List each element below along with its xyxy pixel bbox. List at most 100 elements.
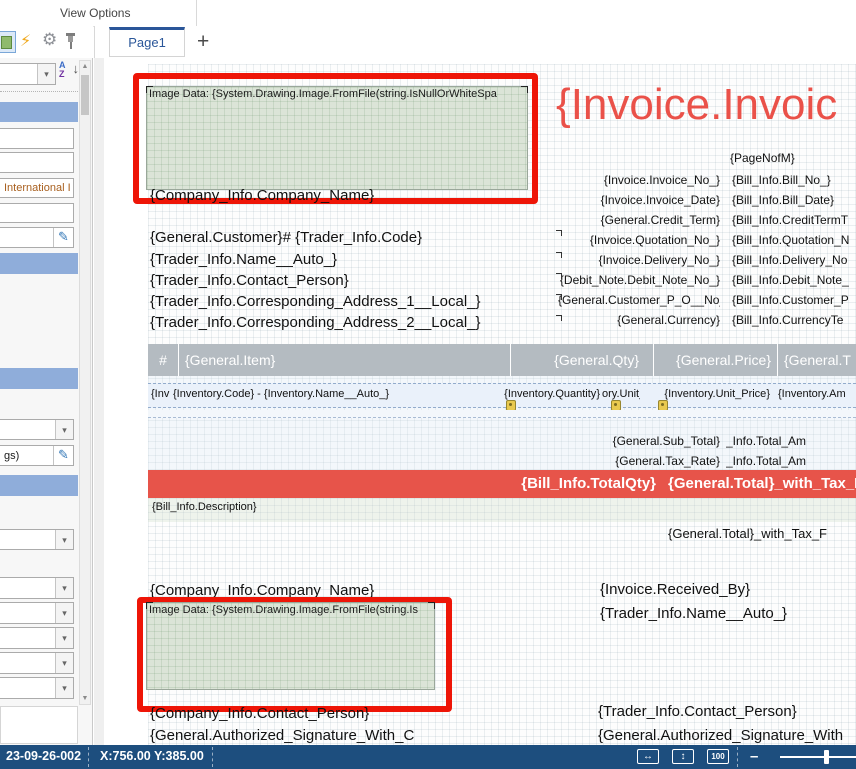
- subtotal-label[interactable]: {General.Sub_Total}: [558, 434, 720, 449]
- field-label[interactable]: {Bill_Info.CurrencyTe: [732, 313, 856, 329]
- company-name-text[interactable]: {Company_Info.Company_Name}: [150, 187, 530, 204]
- field-label[interactable]: {Bill_Info.CreditTermT: [732, 213, 856, 229]
- detail-unit[interactable]: ory.Unit_: [602, 388, 640, 404]
- field-label[interactable]: {General.Customer_P_O__No_}: [558, 293, 720, 309]
- customer-line[interactable]: {Trader_Info.Name__Auto_}: [150, 251, 562, 270]
- tax-value[interactable]: _Info.Total_Am: [726, 454, 856, 469]
- page-n-of-m-text[interactable]: {PageNofM}: [730, 151, 820, 165]
- property-dropdown[interactable]: ▾: [0, 602, 74, 624]
- received-by-text[interactable]: {Invoice.Received_By}: [600, 581, 850, 598]
- tab-page1[interactable]: Page1: [109, 27, 185, 57]
- detail-amount[interactable]: {Inventory.Am: [778, 388, 856, 404]
- total-qty-text[interactable]: {Bill_Info.TotalQty}: [448, 475, 656, 492]
- property-dropdown[interactable]: ▾: [0, 577, 74, 599]
- customer-line[interactable]: {Trader_Info.Corresponding_Address_2__Lo…: [150, 314, 562, 333]
- field-label[interactable]: {Bill_Info.Customer_P: [732, 293, 856, 309]
- zoom-slider[interactable]: [780, 756, 856, 758]
- design-canvas[interactable]: {Invoice.Invoic {PageNofM} {Invoice.Invo…: [94, 58, 856, 745]
- property-input[interactable]: [0, 152, 74, 173]
- trader-name-text[interactable]: {Trader_Info.Name__Auto_}: [600, 605, 850, 622]
- zoom-100-icon[interactable]: 100: [707, 749, 729, 764]
- field-label[interactable]: {Invoice.Quotation_No_}: [558, 233, 720, 249]
- field-label[interactable]: {Invoice.Invoice_Date}: [558, 193, 720, 209]
- subtotal-value[interactable]: _Info.Total_Am: [726, 434, 856, 449]
- zoom-out-icon[interactable]: –: [750, 748, 758, 765]
- property-combobox[interactable]: ▾: [0, 63, 56, 85]
- property-dropdown[interactable]: ▾: [0, 652, 74, 674]
- property-input-gs[interactable]: gs) ✎: [0, 445, 74, 466]
- field-label[interactable]: {Invoice.Delivery_No_}: [558, 253, 720, 269]
- pencil-icon[interactable]: ✎: [53, 228, 73, 247]
- detail-num[interactable]: {Inv: [151, 388, 170, 404]
- chevron-down-icon[interactable]: ▾: [55, 578, 73, 598]
- section-header-band[interactable]: [0, 102, 78, 122]
- chevron-down-icon[interactable]: ▾: [55, 628, 73, 648]
- customer-line[interactable]: {General.Customer}# {Trader_Info.Code}: [150, 229, 562, 248]
- property-input[interactable]: [0, 203, 74, 223]
- pin-icon[interactable]: [65, 32, 77, 50]
- properties-tool-button[interactable]: [0, 31, 16, 53]
- detail-item[interactable]: {Inventory.Code} - {Inventory.Name__Auto…: [173, 388, 473, 404]
- zoom-slider-thumb[interactable]: [824, 750, 829, 764]
- field-label[interactable]: {Bill_Info.Quotation_N: [732, 233, 856, 249]
- gear-icon[interactable]: ⚙: [42, 30, 57, 50]
- pencil-icon[interactable]: ✎: [53, 446, 73, 465]
- scroll-up-icon[interactable]: ▲: [80, 63, 90, 70]
- bill-description-text[interactable]: {Bill_Info.Description}: [152, 501, 452, 513]
- fit-width-icon[interactable]: ↔: [637, 749, 659, 764]
- chevron-down-icon[interactable]: ▾: [55, 420, 73, 439]
- property-dropdown[interactable]: ▾: [0, 627, 74, 649]
- total-with-tax-text[interactable]: {General.Total}_with_Tax_F: [668, 475, 856, 492]
- scrollbar-thumb[interactable]: [81, 75, 89, 115]
- chevron-down-icon[interactable]: ▾: [55, 603, 73, 623]
- trader-contact-text[interactable]: {Trader_Info.Contact_Person}: [598, 703, 856, 720]
- field-label[interactable]: {Bill_Info.Delivery_No: [732, 253, 856, 269]
- authorized-signature-right-text[interactable]: {General.Authorized_Signature_With: [598, 727, 856, 744]
- header-cell-item[interactable]: {General.Item}: [178, 344, 510, 376]
- signature-image-placeholder[interactable]: Image Data: {System.Drawing.Image.FromFi…: [146, 602, 435, 690]
- lightning-icon[interactable]: ⚡: [20, 31, 31, 51]
- header-cell-num[interactable]: #: [148, 344, 178, 376]
- customer-line[interactable]: {Trader_Info.Corresponding_Address_1__Lo…: [150, 293, 562, 312]
- sidebar-scrollbar[interactable]: ▲ ▼: [79, 60, 91, 705]
- customer-line[interactable]: {Trader_Info.Contact_Person}: [150, 272, 562, 291]
- table-detail-row[interactable]: {Inv {Inventory.Code} - {Inventory.Name_…: [148, 383, 856, 408]
- chevron-down-icon[interactable]: ▾: [55, 653, 73, 673]
- tax-rate-label[interactable]: {General.Tax_Rate}: [558, 454, 720, 469]
- header-cell-qty[interactable]: {General.Qty}: [510, 344, 653, 376]
- scroll-down-icon[interactable]: ▼: [80, 695, 90, 702]
- section-header-band[interactable]: [0, 368, 78, 389]
- chevron-down-icon[interactable]: ▾: [55, 530, 73, 549]
- property-input[interactable]: [0, 128, 74, 149]
- field-label[interactable]: {Debit_Note.Debit_Note_No_}: [558, 273, 720, 289]
- sort-az-icon[interactable]: A Z ↓: [59, 61, 79, 85]
- header-cell-price[interactable]: {General.Price}: [653, 344, 777, 376]
- view-options-menu[interactable]: View Options: [60, 6, 130, 20]
- authorized-signature-left-text[interactable]: {General.Authorized_Signature_With_C: [150, 727, 540, 744]
- panel-footer-box: [0, 706, 78, 744]
- company-contact-text[interactable]: {Company_Info.Contact_Person}: [150, 705, 450, 722]
- section-header-band[interactable]: [0, 475, 78, 496]
- chevron-down-icon[interactable]: ▾: [55, 678, 73, 698]
- property-input-international[interactable]: International I: [0, 178, 74, 198]
- property-dropdown[interactable]: ▾: [0, 419, 74, 440]
- field-label[interactable]: {Bill_Info.Debit_Note_: [732, 273, 856, 289]
- field-label[interactable]: {Bill_Info.Bill_No_}: [732, 173, 856, 189]
- fit-height-icon[interactable]: ↕: [672, 749, 694, 764]
- invoice-title-text[interactable]: {Invoice.Invoic: [556, 80, 856, 130]
- table-header-band[interactable]: # {General.Item} {General.Qty} {General.…: [148, 344, 856, 376]
- field-label[interactable]: {Bill_Info.Bill_Date}: [732, 193, 856, 209]
- chevron-down-icon[interactable]: ▾: [37, 64, 55, 84]
- total-with-tax-text-2[interactable]: {General.Total}_with_Tax_F: [668, 526, 856, 541]
- property-input-with-editor[interactable]: ✎: [0, 227, 74, 248]
- company-logo-image-placeholder[interactable]: Image Data: {System.Drawing.Image.FromFi…: [146, 86, 528, 190]
- total-band[interactable]: {Bill_Info.TotalQty} {General.Total}_wit…: [148, 470, 856, 498]
- section-header-band[interactable]: [0, 253, 78, 274]
- property-dropdown[interactable]: ▾: [0, 529, 74, 550]
- property-dropdown[interactable]: ▾: [0, 677, 74, 699]
- header-cell-total[interactable]: {General.T: [777, 344, 856, 376]
- field-label[interactable]: {General.Credit_Term}: [558, 213, 720, 229]
- add-page-button[interactable]: +: [197, 27, 209, 57]
- field-label[interactable]: {General.Currency}: [558, 313, 720, 329]
- field-label[interactable]: {Invoice.Invoice_No_}: [558, 173, 720, 189]
